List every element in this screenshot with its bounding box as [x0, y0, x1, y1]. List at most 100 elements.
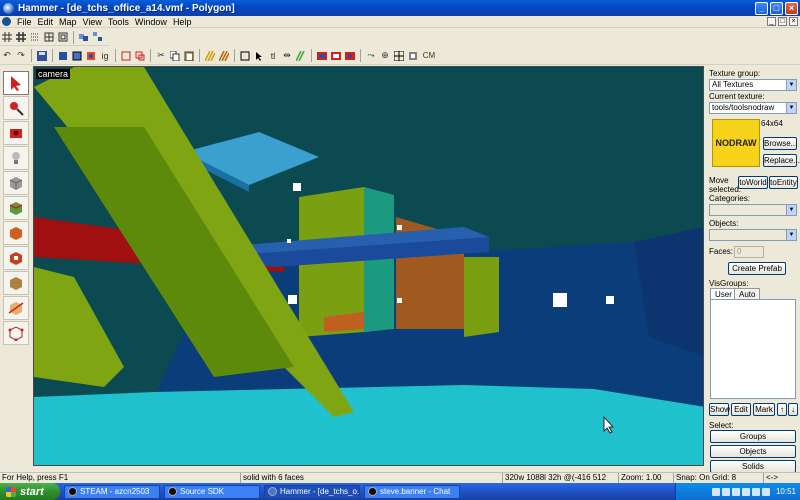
obj-red-icon[interactable]: [316, 50, 328, 62]
decal-tool[interactable]: [3, 246, 29, 270]
document-icon[interactable]: [2, 17, 11, 26]
vertex-tool[interactable]: [3, 321, 29, 345]
ungroup-icon[interactable]: [92, 31, 104, 43]
tray-steam-icon[interactable]: [711, 487, 720, 496]
light-6: [397, 225, 402, 230]
obj-red3-icon[interactable]: [344, 50, 356, 62]
carve-icon[interactable]: [134, 50, 146, 62]
faces-spinner[interactable]: 0: [734, 246, 764, 258]
camera-viewport[interactable]: camera: [33, 66, 704, 466]
groups-button[interactable]: Groups: [710, 430, 796, 443]
selection-tool[interactable]: [3, 71, 29, 95]
current-texture-select[interactable]: tools/toolsnodraw ▼: [709, 102, 797, 114]
cube-wire-icon[interactable]: [71, 50, 83, 62]
to-world-button[interactable]: toWorld: [738, 176, 768, 189]
cube-select-icon[interactable]: [57, 50, 69, 62]
redo-button[interactable]: ↷: [15, 50, 27, 62]
tray-display-icon[interactable]: [751, 487, 760, 496]
minimize-button[interactable]: _: [755, 1, 768, 15]
menu-tools[interactable]: Tools: [105, 17, 132, 27]
toolbar-separator: [52, 49, 53, 62]
menu-window[interactable]: Window: [132, 17, 170, 27]
mdi-minimize-button[interactable]: _: [767, 17, 776, 26]
task-label: STEAM - azcn2503: [80, 487, 150, 496]
objects-select[interactable]: ▼: [709, 229, 797, 241]
texture-lock-icon[interactable]: [204, 50, 216, 62]
show-button[interactable]: Show: [709, 403, 730, 416]
texture-scale-icon[interactable]: [218, 50, 230, 62]
texture-group-select[interactable]: All Textures ▼: [709, 79, 797, 91]
copy-icon[interactable]: [169, 50, 181, 62]
tool-palette: [0, 66, 33, 466]
overlay-tool[interactable]: [3, 271, 29, 295]
block-tool[interactable]: [3, 171, 29, 195]
select-cursor-icon[interactable]: [253, 50, 265, 62]
hollow-icon[interactable]: [120, 50, 132, 62]
create-prefab-button[interactable]: Create Prefab: [728, 262, 786, 275]
grid-3d-icon[interactable]: [15, 31, 27, 43]
entity-icon[interactable]: [407, 50, 419, 62]
task-steam[interactable]: STEAM - azcn2503: [64, 484, 160, 499]
camera-tool[interactable]: [3, 121, 29, 145]
target-icon[interactable]: ⊕: [379, 50, 391, 62]
hammer-app-icon[interactable]: [3, 2, 14, 14]
texture-tool[interactable]: [3, 196, 29, 220]
menu-view[interactable]: View: [80, 17, 105, 27]
apply-texture-tool[interactable]: [3, 221, 29, 245]
clock[interactable]: 10:51: [776, 487, 796, 496]
menu-file[interactable]: File: [14, 17, 35, 27]
task-hammer[interactable]: Hammer - [de_tchs_o...: [264, 484, 360, 499]
tl-icon[interactable]: tl: [267, 50, 279, 62]
mdi-close-button[interactable]: ×: [789, 17, 798, 26]
categories-select[interactable]: ▼: [709, 204, 797, 216]
grid-toggle-icon[interactable]: [1, 31, 13, 43]
texture-preview: NODRAW: [712, 119, 760, 167]
tray-network-icon[interactable]: [721, 487, 730, 496]
obj-red2-icon[interactable]: [330, 50, 342, 62]
edit-button[interactable]: Edit: [731, 403, 751, 416]
move-down-button[interactable]: ↓: [788, 403, 798, 416]
tray-volume-icon[interactable]: [731, 487, 740, 496]
path-icon[interactable]: ⤳: [365, 50, 377, 62]
selection-box-icon[interactable]: [239, 50, 251, 62]
grid-larger-icon[interactable]: [57, 31, 69, 43]
magnify-tool[interactable]: [3, 96, 29, 120]
browse-button[interactable]: Browse...: [763, 137, 797, 150]
3d-scene[interactable]: [34, 67, 704, 466]
paste-icon[interactable]: [183, 50, 195, 62]
tray-update-icon[interactable]: [761, 487, 770, 496]
cube-textured-icon[interactable]: [85, 50, 97, 62]
arrows-icon[interactable]: ⇹: [281, 50, 293, 62]
current-texture-value: tools/toolsnodraw: [712, 103, 775, 112]
mark-button[interactable]: Mark: [753, 403, 775, 416]
cm-button[interactable]: CM: [421, 50, 437, 62]
maximize-button[interactable]: □: [770, 1, 783, 15]
mdi-restore-button[interactable]: □: [778, 17, 787, 26]
task-source-sdk[interactable]: Source SDK: [164, 484, 260, 499]
grid-view-icon[interactable]: [393, 50, 405, 62]
start-button[interactable]: start: [0, 483, 60, 500]
menu-edit[interactable]: Edit: [35, 17, 57, 27]
move-up-button[interactable]: ↑: [777, 403, 787, 416]
menu-help[interactable]: Help: [170, 17, 195, 27]
replace-button[interactable]: Replace...: [763, 154, 800, 167]
flip-icon[interactable]: [295, 50, 307, 62]
tray-security-icon[interactable]: [741, 487, 750, 496]
menu-bar: File Edit Map View Tools Window Help _ □…: [0, 16, 800, 28]
grid-dots-icon[interactable]: [29, 31, 41, 43]
visgroups-list[interactable]: [710, 299, 796, 399]
to-entity-button[interactable]: toEntity: [769, 176, 798, 189]
cut-icon[interactable]: ✂: [155, 50, 167, 62]
grid-smaller-icon[interactable]: [43, 31, 55, 43]
undo-button[interactable]: ↶: [1, 50, 13, 62]
task-chat[interactable]: steve.banner - Chat: [364, 484, 460, 499]
close-button[interactable]: ×: [785, 1, 798, 15]
save-icon[interactable]: [36, 50, 48, 62]
clip-tool[interactable]: [3, 296, 29, 320]
menu-map[interactable]: Map: [56, 17, 80, 27]
objects-button[interactable]: Objects: [710, 445, 796, 458]
group-icon[interactable]: [78, 31, 90, 43]
ig-icon[interactable]: ig: [99, 50, 111, 62]
start-label: start: [20, 485, 44, 498]
entity-tool[interactable]: [3, 146, 29, 170]
